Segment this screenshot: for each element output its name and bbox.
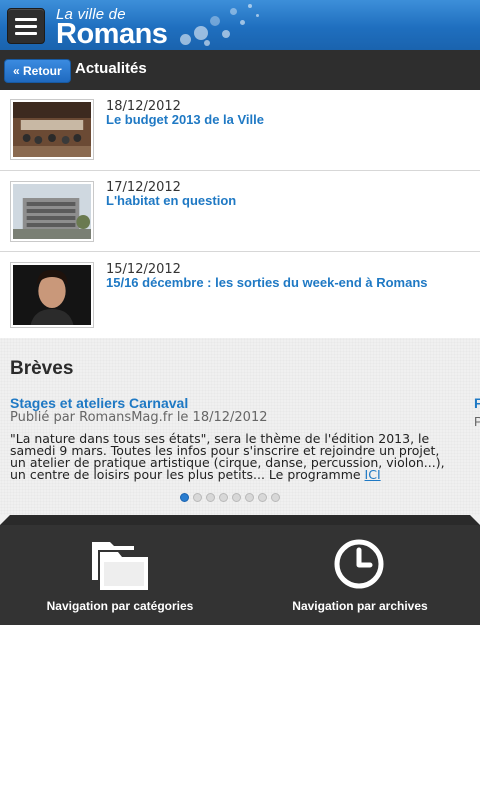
categories-nav-label: Navigation par catégories [46, 599, 194, 613]
housing-building-image [13, 184, 91, 239]
pagination-dots [180, 489, 284, 502]
pagination-dot[interactable] [245, 493, 254, 502]
breve-body: "La nature dans tous ses états", sera le… [10, 432, 450, 482]
breve-meta: Publié par RomansMag.fr le 18/12/2012 [10, 410, 268, 425]
news-thumbnail [10, 99, 94, 160]
news-title[interactable]: L'habitat en question [106, 193, 236, 208]
pagination-dot[interactable] [232, 493, 241, 502]
breves-section: Brèves Stages et ateliers Carnaval Publi… [0, 338, 480, 518]
back-button[interactable]: « Retour [4, 59, 71, 83]
toolbar: « Retour Actualités [0, 50, 480, 91]
pagination-dot[interactable] [180, 493, 189, 502]
news-title[interactable]: 15/16 décembre : les sorties du week-end… [106, 275, 428, 290]
pagination-dot[interactable] [206, 493, 215, 502]
decorative-bubbles [170, 0, 280, 50]
folders-icon [92, 542, 148, 590]
breve-link[interactable]: ICI [365, 467, 381, 482]
breve-title[interactable]: Stages et ateliers Carnaval [10, 395, 188, 411]
next-breve-meta: P [474, 414, 480, 429]
council-meeting-image [13, 102, 91, 157]
app-header: La ville de Romans [0, 0, 480, 50]
hamburger-icon [15, 18, 37, 21]
bottom-nav-edge [0, 515, 480, 525]
logo-big-text: Romans [56, 18, 168, 50]
news-item[interactable]: 15/12/2012 15/16 décembre : les sorties … [0, 252, 480, 339]
city-logo: La ville de Romans [56, 4, 186, 50]
news-thumbnail [10, 181, 94, 242]
breves-heading: Brèves [10, 358, 74, 379]
archives-nav-label: Navigation par archives [292, 599, 428, 613]
pagination-dot[interactable] [258, 493, 267, 502]
next-breve-title: F [474, 395, 480, 411]
menu-button[interactable] [7, 8, 45, 44]
next-breve-peek[interactable]: F P [474, 395, 480, 429]
news-item[interactable]: 17/12/2012 L'habitat en question [0, 171, 480, 252]
archives-nav-button[interactable]: Navigation par archives [240, 525, 480, 625]
categories-nav-button[interactable]: Navigation par catégories [0, 525, 240, 625]
news-item[interactable]: 18/12/2012 Le budget 2013 de la Ville [0, 90, 480, 171]
pagination-dot[interactable] [271, 493, 280, 502]
news-list: 18/12/2012 Le budget 2013 de la Ville 17… [0, 90, 480, 339]
pagination-dot[interactable] [219, 493, 228, 502]
news-thumbnail [10, 262, 94, 328]
clock-icon [334, 539, 384, 589]
pagination-dot[interactable] [193, 493, 202, 502]
bottom-navigation: Navigation par catégories Navigation par… [0, 515, 480, 625]
news-title[interactable]: Le budget 2013 de la Ville [106, 112, 264, 127]
page-title: Actualités [75, 60, 147, 77]
portrait-image [13, 265, 91, 325]
